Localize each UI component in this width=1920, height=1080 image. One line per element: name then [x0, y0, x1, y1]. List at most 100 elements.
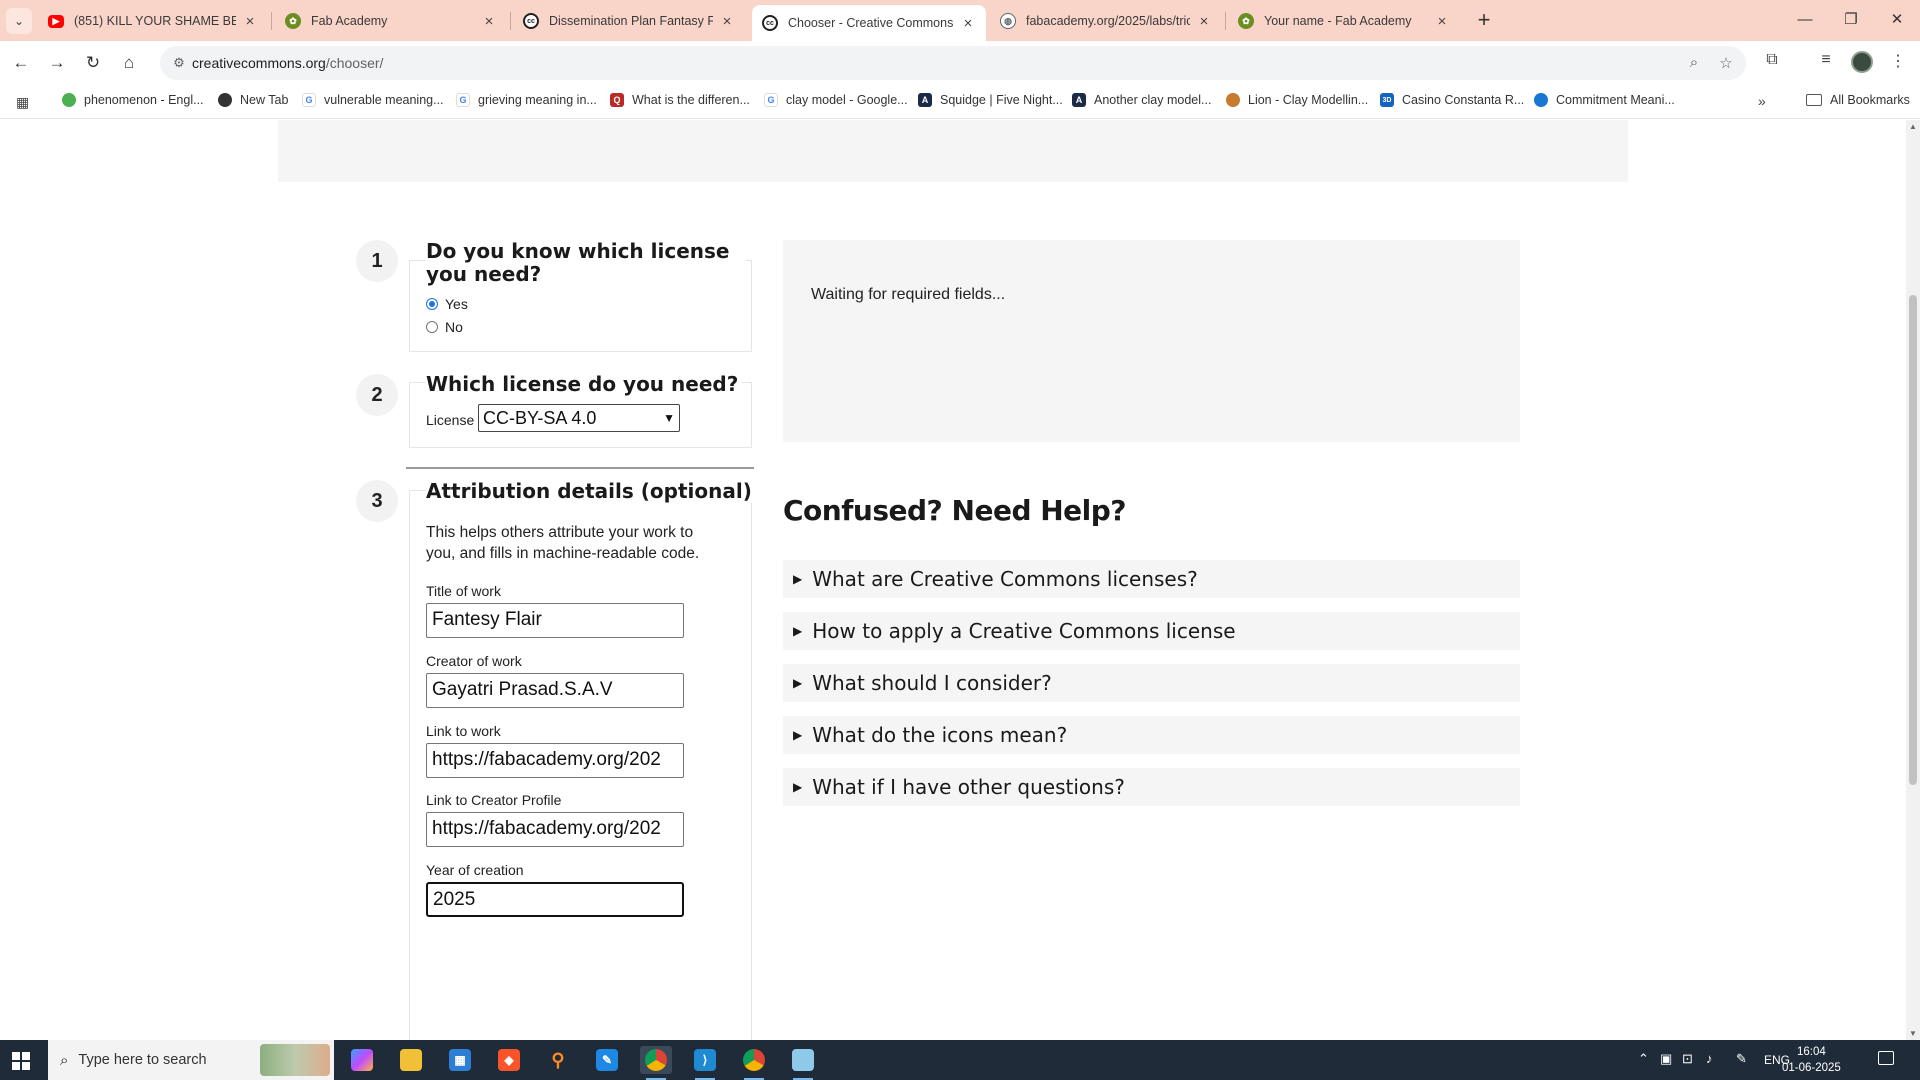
- close-icon[interactable]: ×: [481, 13, 497, 30]
- microsoft-store-app[interactable]: ▦: [444, 1046, 476, 1074]
- windows-start-icon[interactable]: [12, 1052, 30, 1070]
- disclosure-triangle-icon: ▶: [793, 780, 803, 794]
- restore-icon: ❐: [1844, 11, 1858, 28]
- chevron-up-icon[interactable]: ⌃: [1638, 1051, 1649, 1067]
- brave-browser-app[interactable]: ◆: [493, 1046, 525, 1074]
- bookmark-item[interactable]: Commitment Meani...: [1534, 93, 1675, 107]
- bookmark-item[interactable]: G grieving meaning in...: [456, 93, 597, 107]
- help-accordion-item[interactable]: ▶ What should I consider?: [783, 664, 1520, 702]
- volume-icon[interactable]: ♪: [1706, 1051, 1713, 1066]
- more-bookmarks-icon[interactable]: »: [1758, 93, 1766, 109]
- device-icon[interactable]: ▣: [1660, 1051, 1672, 1067]
- bookmark-item[interactable]: A Another clay model...: [1072, 93, 1211, 107]
- bookmark-label: Squidge | Five Night...: [940, 93, 1063, 107]
- radio-button[interactable]: [426, 321, 438, 333]
- media-controls-icon[interactable]: ≡: [1814, 51, 1838, 69]
- bookmark-item[interactable]: A Squidge | Five Night...: [918, 93, 1063, 107]
- tab-fabacademy-labs[interactable]: ◍ fabacademy.org/2025/labs/tric ×: [990, 6, 1222, 36]
- vscode-app[interactable]: ⟩: [689, 1046, 721, 1080]
- close-icon[interactable]: ×: [1434, 13, 1450, 30]
- home-button[interactable]: ⌂: [116, 50, 142, 76]
- tab-separator: [510, 12, 511, 30]
- creator-profile-link-input[interactable]: https://fabacademy.org/202: [426, 812, 684, 847]
- close-window-button[interactable]: ✕: [1874, 6, 1920, 34]
- forward-button[interactable]: →: [44, 50, 70, 76]
- bookmark-item[interactable]: phenomenon - Engl...: [62, 93, 204, 107]
- notepad-app[interactable]: [787, 1046, 819, 1080]
- bookmark-item[interactable]: 3D Casino Constanta R...: [1380, 93, 1524, 107]
- file-explorer-app[interactable]: [395, 1046, 427, 1074]
- bookmark-item[interactable]: G vulnerable meaning...: [302, 93, 444, 107]
- all-bookmarks-button[interactable]: All Bookmarks: [1806, 93, 1910, 107]
- chrome-icon: [743, 1049, 765, 1071]
- tab-youtube[interactable]: ▶ (851) KILL YOUR SHAME BEFOR ×: [38, 6, 268, 36]
- fab-academy-icon: ✿: [1238, 13, 1254, 29]
- taskbar-search-box[interactable]: ⌕ Type here to search: [48, 1040, 334, 1080]
- scroll-up-icon[interactable]: ▲: [1908, 122, 1918, 131]
- chrome-app-active[interactable]: [640, 1046, 672, 1080]
- tab-separator: [1225, 12, 1226, 30]
- year-of-creation-input[interactable]: 2025: [426, 882, 684, 917]
- radio-yes[interactable]: Yes: [426, 296, 468, 312]
- google-icon: G: [456, 93, 470, 107]
- tab-fab-academy[interactable]: ✿ Fab Academy ×: [275, 6, 507, 36]
- copilot-app[interactable]: [346, 1046, 378, 1074]
- network-icon[interactable]: ⊡: [1682, 1051, 1693, 1067]
- tab-your-name-fab-academy[interactable]: ✿ Your name - Fab Academy ×: [1228, 6, 1460, 36]
- step3-heading: Attribution details (optional): [426, 480, 756, 503]
- system-clock[interactable]: 16:04 01-06-2025: [1782, 1044, 1841, 1076]
- address-bar[interactable]: ⚙ creativecommons.org/chooser/ ⌕ ☆: [160, 46, 1746, 80]
- help-accordion-item[interactable]: ▶ What are Creative Commons licenses?: [783, 560, 1520, 598]
- field-label-creator: Creator of work: [426, 653, 522, 669]
- scroll-down-icon[interactable]: ▼: [1908, 1029, 1918, 1038]
- bookmark-star-icon[interactable]: ☆: [1716, 54, 1736, 72]
- artstation-icon: A: [1072, 93, 1086, 107]
- apps-grid-icon[interactable]: ▦: [16, 94, 32, 110]
- google-icon: G: [764, 93, 778, 107]
- zoom-icon[interactable]: ⌕: [1684, 54, 1704, 71]
- scroll-thumb[interactable]: [1909, 295, 1917, 785]
- step2-heading: Which license do you need?: [426, 373, 743, 396]
- tab-search-button[interactable]: ⌄: [6, 8, 32, 34]
- pen-icon[interactable]: ✎: [1736, 1051, 1747, 1067]
- radio-label: No: [445, 319, 463, 335]
- page-scrollbar[interactable]: ▲ ▼: [1906, 120, 1920, 1040]
- page-content: 1 Do you know which license you need? Ye…: [0, 120, 1906, 1040]
- close-icon[interactable]: ×: [960, 15, 976, 32]
- title-of-work-input[interactable]: Fantesy Flair: [426, 603, 684, 638]
- bookmark-label: Casino Constanta R...: [1402, 93, 1525, 107]
- notification-icon[interactable]: [1878, 1051, 1894, 1065]
- restore-button[interactable]: ❐: [1828, 6, 1874, 34]
- bookmark-item[interactable]: G clay model - Google...: [764, 93, 908, 107]
- search-tool-app[interactable]: ⚲: [542, 1046, 574, 1074]
- tab-title: (851) KILL YOUR SHAME BEFOR: [74, 14, 236, 28]
- bookmarks-bar: ▦ phenomenon - Engl... New Tab G vulnera…: [0, 85, 1920, 119]
- radio-no[interactable]: No: [426, 319, 463, 335]
- help-accordion-item[interactable]: ▶ What if I have other questions?: [783, 768, 1520, 806]
- radio-button-checked[interactable]: [426, 298, 438, 310]
- bookmark-item[interactable]: New Tab: [218, 93, 288, 107]
- creator-of-work-input[interactable]: Gayatri Prasad.S.A.V: [426, 673, 684, 708]
- close-icon[interactable]: ×: [1196, 13, 1212, 30]
- paint-app[interactable]: ✎: [591, 1046, 623, 1074]
- link-to-work-input[interactable]: https://fabacademy.org/202: [426, 743, 684, 778]
- menu-dots-icon[interactable]: ⋮: [1886, 51, 1910, 71]
- tab-dissemination-plan[interactable]: cc Dissemination Plan Fantasy Fla ×: [513, 6, 745, 36]
- bookmark-item[interactable]: Q What is the differen...: [610, 93, 750, 107]
- bookmark-item[interactable]: Lion - Clay Modellin...: [1226, 93, 1368, 107]
- extensions-icon[interactable]: ⧉: [1760, 51, 1784, 69]
- chrome-app[interactable]: [738, 1046, 770, 1080]
- help-accordion-item[interactable]: ▶ How to apply a Creative Commons licens…: [783, 612, 1520, 650]
- url-text[interactable]: creativecommons.org/chooser/: [192, 55, 383, 71]
- close-icon[interactable]: ×: [719, 13, 735, 30]
- back-button[interactable]: ←: [8, 50, 34, 76]
- site-info-icon[interactable]: ⚙: [170, 54, 188, 72]
- help-accordion-item[interactable]: ▶ What do the icons mean?: [783, 716, 1520, 754]
- license-select[interactable]: CC-BY-SA 4.0 ▼: [478, 404, 680, 432]
- profile-avatar[interactable]: [1851, 51, 1873, 73]
- close-icon[interactable]: ×: [242, 13, 258, 30]
- new-tab-button[interactable]: +: [1470, 8, 1498, 32]
- tab-chooser-creative-commons[interactable]: cc Chooser - Creative Commons ×: [752, 5, 986, 41]
- minimize-button[interactable]: —: [1782, 6, 1828, 34]
- reload-button[interactable]: ↻: [80, 50, 106, 76]
